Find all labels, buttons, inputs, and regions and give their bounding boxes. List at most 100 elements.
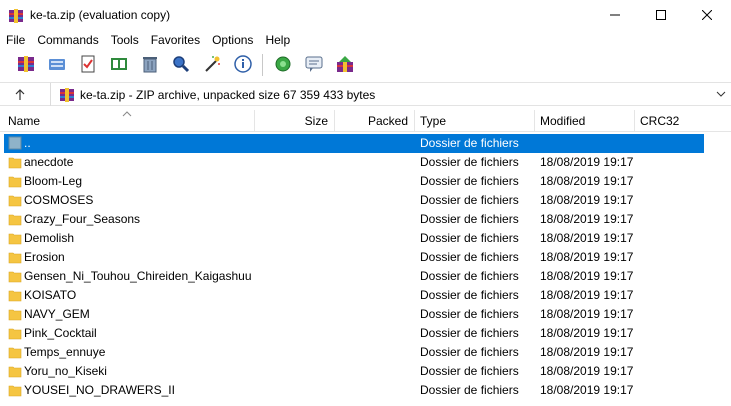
table-row[interactable]: COSMOSES Dossier de fichiers 18/08/2019 19… bbox=[4, 191, 704, 210]
table-row[interactable]: Gensen_Ni_Touhou_Chireiden_Kaigashuu Doss… bbox=[4, 267, 704, 286]
folder-icon bbox=[8, 366, 22, 378]
menu-favorites[interactable]: Favorites bbox=[145, 31, 206, 49]
wizard-button[interactable] bbox=[201, 53, 223, 75]
parent-folder-row[interactable]: .. Dossier de fichiers bbox=[4, 134, 704, 153]
row-type: Dossier de fichiers bbox=[420, 269, 519, 283]
table-row[interactable]: Temps_ennuye Dossier de fichiers 18/08/201… bbox=[4, 343, 704, 362]
column-name[interactable]: Name bbox=[2, 110, 46, 132]
close-icon bbox=[702, 10, 712, 20]
toolbar-separator bbox=[262, 54, 263, 76]
maximize-icon bbox=[656, 10, 666, 20]
test-icon bbox=[81, 55, 95, 73]
table-row[interactable]: Erosion Dossier de fichiers 18/08/2019 19:… bbox=[4, 248, 704, 267]
row-modified: 18/08/2019 19:17 bbox=[540, 155, 634, 169]
row-type: Dossier de fichiers bbox=[420, 345, 519, 359]
folder-icon bbox=[8, 290, 22, 302]
table-row[interactable]: Pink_Cocktail Dossier de fichiers 18/08/20… bbox=[4, 324, 704, 343]
row-type: Dossier de fichiers bbox=[420, 364, 519, 378]
table-row[interactable]: anecdote Dossier de fichiers 18/08/2019 19… bbox=[4, 153, 704, 172]
row-modified: 18/08/2019 19:17 bbox=[540, 250, 634, 264]
column-headers: Name Size Packed Type Modified CRC32 bbox=[0, 110, 731, 132]
folder-icon bbox=[8, 195, 22, 207]
sfx-icon bbox=[337, 56, 353, 72]
view-icon bbox=[111, 58, 127, 70]
minimize-button[interactable] bbox=[592, 0, 638, 30]
up-folder-button[interactable] bbox=[10, 85, 30, 105]
row-modified: 18/08/2019 19:17 bbox=[540, 383, 634, 397]
address-dropdown-button[interactable] bbox=[714, 87, 728, 101]
chevron-down-icon bbox=[716, 91, 726, 97]
row-name: Demolish bbox=[24, 231, 75, 245]
menu-commands[interactable]: Commands bbox=[31, 31, 104, 49]
delete-button[interactable] bbox=[139, 53, 161, 75]
row-modified: 18/08/2019 19:17 bbox=[540, 269, 634, 283]
row-modified: 18/08/2019 19:17 bbox=[540, 364, 634, 378]
view-button[interactable] bbox=[108, 53, 130, 75]
row-type: Dossier de fichiers bbox=[420, 174, 519, 188]
find-button[interactable] bbox=[170, 53, 192, 75]
comment-icon bbox=[305, 56, 323, 72]
sort-ascending-icon bbox=[122, 111, 132, 117]
archive-icon bbox=[60, 88, 74, 102]
row-modified: 18/08/2019 19:17 bbox=[540, 174, 634, 188]
address-bar: ke-ta.zip - ZIP archive, unpacked size 6… bbox=[0, 82, 731, 106]
column-type[interactable]: Type bbox=[414, 110, 452, 132]
row-name: Gensen_Ni_Touhou_Chireiden_Kaigashuu bbox=[24, 269, 252, 283]
row-name: YOUSEI_NO_DRAWERS_II bbox=[24, 383, 175, 397]
close-button[interactable] bbox=[684, 0, 730, 30]
menu-bar: File Commands Tools Favorites Options He… bbox=[0, 31, 731, 49]
row-type: Dossier de fichiers bbox=[420, 383, 519, 397]
info-icon bbox=[234, 55, 252, 73]
row-type: Dossier de fichiers bbox=[420, 212, 519, 226]
table-row[interactable]: Crazy_Four_Seasons Dossier de fichiers 18/… bbox=[4, 210, 704, 229]
table-row[interactable]: Yoru_no_Kiseki Dossier de fichiers 18/08/2… bbox=[4, 362, 704, 381]
row-name: Crazy_Four_Seasons bbox=[24, 212, 141, 226]
row-type: Dossier de fichiers bbox=[420, 288, 519, 302]
table-row[interactable]: Demolish Dossier de fichiers 18/08/2019 19… bbox=[4, 229, 704, 248]
table-row[interactable]: NAVY_GEM Dossier de fichiers 18/08/2019 19… bbox=[4, 305, 704, 324]
row-name: NAVY_GEM bbox=[24, 307, 90, 321]
row-type: Dossier de fichiers bbox=[420, 155, 519, 169]
column-size[interactable]: Size bbox=[254, 110, 334, 132]
menu-help[interactable]: Help bbox=[259, 31, 296, 49]
folder-icon bbox=[8, 271, 22, 283]
maximize-button[interactable] bbox=[638, 0, 684, 30]
sfx-button[interactable] bbox=[334, 53, 356, 75]
row-type: Dossier de fichiers bbox=[420, 136, 519, 150]
add-button[interactable] bbox=[15, 53, 37, 75]
info-button[interactable] bbox=[232, 53, 254, 75]
parent-folder-icon bbox=[8, 136, 22, 150]
menu-file[interactable]: File bbox=[0, 31, 31, 49]
comment-button[interactable] bbox=[303, 53, 325, 75]
folder-icon bbox=[8, 176, 22, 188]
table-row[interactable]: YOUSEI_NO_DRAWERS_II Dossier de fichiers 1… bbox=[4, 381, 704, 400]
folder-icon bbox=[8, 347, 22, 359]
folder-icon bbox=[8, 328, 22, 340]
row-type: Dossier de fichiers bbox=[420, 307, 519, 321]
row-modified: 18/08/2019 19:17 bbox=[540, 193, 634, 207]
add-icon bbox=[18, 56, 34, 72]
menu-tools[interactable]: Tools bbox=[105, 31, 145, 49]
row-name: Temps_ennuye bbox=[24, 345, 106, 359]
table-row[interactable]: Bloom-Leg Dossier de fichiers 18/08/2019 1… bbox=[4, 172, 704, 191]
test-button[interactable] bbox=[77, 53, 99, 75]
extract-button[interactable] bbox=[46, 53, 68, 75]
column-packed[interactable]: Packed bbox=[334, 110, 414, 132]
row-name: Yoru_no_Kiseki bbox=[24, 364, 107, 378]
row-name: .. bbox=[24, 136, 31, 150]
column-crc32[interactable]: CRC32 bbox=[634, 110, 685, 132]
menu-options[interactable]: Options bbox=[206, 31, 259, 49]
row-modified: 18/08/2019 19:17 bbox=[540, 231, 634, 245]
folder-icon bbox=[8, 309, 22, 321]
title-bar: ke-ta.zip (evaluation copy) bbox=[0, 0, 731, 31]
folder-icon bbox=[8, 214, 22, 226]
table-row[interactable]: KOISATO Dossier de fichiers 18/08/2019 19:… bbox=[4, 286, 704, 305]
address-path[interactable]: ke-ta.zip - ZIP archive, unpacked size 6… bbox=[80, 88, 375, 102]
address-separator bbox=[50, 83, 51, 106]
row-modified: 18/08/2019 19:17 bbox=[540, 326, 634, 340]
row-type: Dossier de fichiers bbox=[420, 193, 519, 207]
virusscan-button[interactable] bbox=[272, 53, 294, 75]
extract-icon bbox=[49, 59, 65, 70]
column-modified[interactable]: Modified bbox=[534, 110, 591, 132]
row-modified: 18/08/2019 19:17 bbox=[540, 345, 634, 359]
